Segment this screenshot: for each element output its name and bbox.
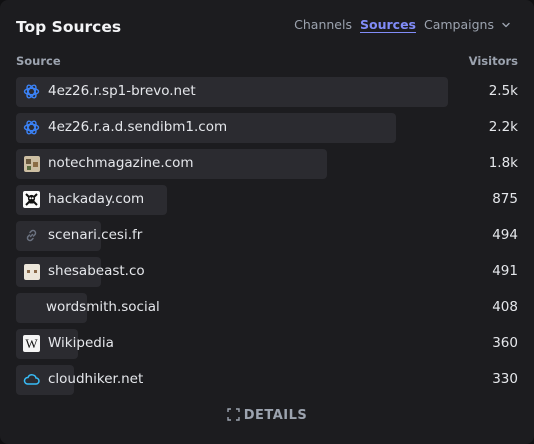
openai-swirl-icon: [23, 119, 40, 136]
source-row[interactable]: 4ez26.r.a.d.sendibm1.com 2.2k: [16, 112, 518, 148]
expand-icon: [227, 408, 240, 421]
chevron-down-icon[interactable]: [500, 19, 512, 31]
visitor-count: 408: [492, 299, 518, 315]
source-name: scenari.cesi.fr: [48, 227, 143, 243]
openai-swirl-icon: [23, 83, 40, 100]
source-row[interactable]: W Wikipedia 360: [16, 328, 518, 364]
visitor-count: 360: [492, 335, 518, 351]
source-name: Wikipedia: [48, 335, 114, 351]
visitor-count: 494: [492, 227, 518, 243]
visitor-count: 2.2k: [488, 119, 518, 135]
source-name: hackaday.com: [48, 191, 145, 207]
wikipedia-w-icon: W: [23, 335, 40, 352]
svg-text:W: W: [25, 336, 38, 351]
sources-list: 4ez26.r.sp1-brevo.net 2.5k 4ez26.r.a.d.sen…: [16, 76, 518, 400]
tab-sources[interactable]: Sources: [360, 17, 416, 32]
panel-title: Top Sources: [16, 18, 122, 36]
tab-campaigns[interactable]: Campaigns: [424, 17, 494, 32]
source-row[interactable]: hackaday.com 875: [16, 184, 518, 220]
source-name: 4ez26.r.a.d.sendibm1.com: [48, 119, 228, 135]
skull-crossbones-icon: [23, 191, 40, 208]
source-row[interactable]: cloudhiker.net 330: [16, 364, 518, 400]
source-row[interactable]: shesabeast.co 491: [16, 256, 518, 292]
column-header-visitors: Visitors: [468, 54, 518, 68]
visitor-count: 2.5k: [488, 83, 518, 99]
visitor-count: 330: [492, 371, 518, 387]
tab-bar: Channels Sources Campaigns: [286, 17, 512, 32]
visitor-count: 875: [492, 191, 518, 207]
tab-campaigns-label: Campaigns: [423, 17, 494, 32]
blank-icon: [23, 299, 40, 316]
source-name: shesabeast.co: [48, 263, 145, 279]
visitor-count: 491: [492, 263, 518, 279]
link-icon: [23, 227, 40, 244]
details-button[interactable]: DETAILS: [0, 408, 534, 423]
favicon-image-icon: [23, 263, 40, 280]
top-sources-panel: Top Sources Channels Sources Campaigns S…: [0, 0, 534, 444]
source-name: wordsmith.social: [46, 299, 160, 315]
source-row[interactable]: scenari.cesi.fr 494: [16, 220, 518, 256]
favicon-image-icon: [23, 155, 40, 172]
source-name: cloudhiker.net: [48, 371, 144, 387]
details-label: DETAILS: [243, 408, 308, 423]
source-row[interactable]: notechmagazine.com 1.8k: [16, 148, 518, 184]
source-row[interactable]: 4ez26.r.sp1-brevo.net 2.5k: [16, 76, 518, 112]
column-header-source: Source: [16, 54, 61, 68]
visitor-count: 1.8k: [488, 155, 518, 171]
source-name: 4ez26.r.sp1-brevo.net: [48, 83, 196, 99]
source-name: notechmagazine.com: [48, 155, 194, 171]
source-row[interactable]: wordsmith.social 408: [16, 292, 518, 328]
tab-channels[interactable]: Channels: [294, 17, 352, 32]
cloud-icon: [23, 371, 40, 388]
